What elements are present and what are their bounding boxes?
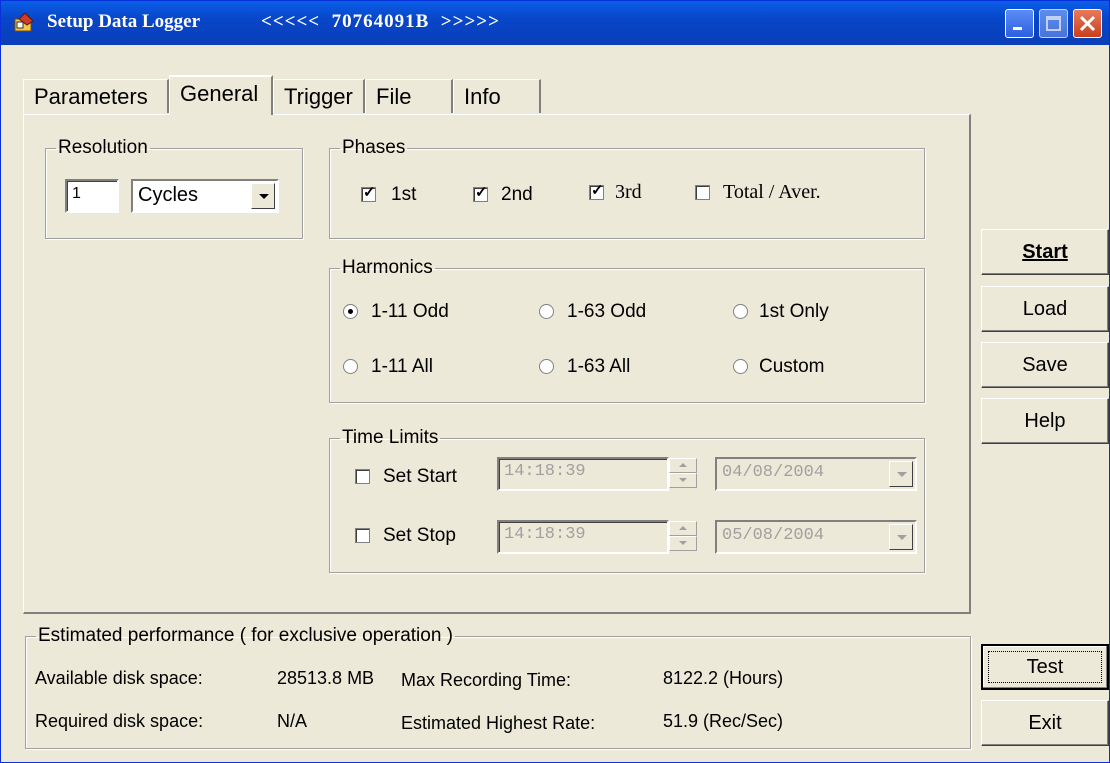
spin-up-icon[interactable] [669,458,697,473]
set-start-label: Set Start [383,466,457,487]
start-time-input[interactable]: 14:18:39 [497,457,669,491]
max-recording-time-label: Max Recording Time: [401,670,572,690]
radio-dot-icon [348,309,353,314]
harmonics-1-11-all-label: 1-11 All [371,356,433,377]
phase-3rd-label: 3rd [615,181,642,203]
phase-1st-label: 1st [391,184,417,205]
estimated-rate-label: Estimated Highest Rate: [401,713,596,733]
stop-time-spinner[interactable] [669,521,697,553]
close-button[interactable] [1073,9,1102,38]
spin-down-icon[interactable] [669,473,697,488]
harmonics-custom-label: Custom [759,356,825,377]
title-bar[interactable]: Setup Data Logger <<<<< 70764091B >>>>> [1,1,1109,45]
estimated-rate-value: 51.9 (Rec/Sec) [663,711,784,731]
stop-time-input[interactable]: 14:18:39 [497,520,669,554]
spin-down-icon[interactable] [669,536,697,551]
harmonics-1-63-odd-label: 1-63 Odd [567,301,647,322]
minimize-icon [1013,27,1022,30]
maximize-icon [1046,16,1061,31]
max-recording-time-value: 8122.2 (Hours) [663,668,784,688]
harmonics-1-11-odd-radio[interactable] [343,304,358,319]
available-disk-label: Available disk space: [35,668,203,688]
required-disk-label: Required disk space: [35,711,204,731]
harmonics-1st-only-label: 1st Only [759,301,829,322]
chevron-down-icon[interactable] [251,183,275,209]
start-button[interactable]: Start [981,229,1109,275]
load-button[interactable]: Load [981,286,1109,332]
logger-app-icon [14,12,34,32]
harmonics-1-63-all-label: 1-63 All [567,356,631,377]
harmonics-group: Harmonics [329,257,925,403]
phase-total-label: Total / Aver. [723,181,821,203]
checkmark-icon: ✓ [363,184,376,201]
time-limits-legend: Time Limits [342,427,439,448]
tab-info[interactable]: Info [453,79,541,113]
minimize-button[interactable] [1005,9,1034,38]
maximize-button[interactable] [1039,9,1068,38]
chevron-down-icon[interactable] [889,524,913,550]
chevron-down-icon[interactable] [889,461,913,487]
tab-trigger[interactable]: Trigger [273,79,365,113]
harmonics-1-63-all-radio[interactable] [539,359,554,374]
phase-total-checkbox[interactable] [695,185,710,200]
stop-date-select[interactable]: 05/08/2004 [715,520,917,554]
resolution-value-input[interactable]: 1 [65,179,119,213]
save-button[interactable]: Save [981,342,1109,388]
checkmark-icon: ✓ [475,184,488,201]
required-disk-value: N/A [277,711,308,731]
phases-legend: Phases [342,137,406,158]
set-stop-checkbox[interactable] [355,528,370,543]
spin-up-icon[interactable] [669,521,697,536]
performance-legend: Estimated performance ( for exclusive op… [38,625,454,646]
device-serial: <<<<< 70764091B >>>>> [261,11,500,32]
phase-2nd-label: 2nd [501,184,533,205]
window-title: Setup Data Logger [47,11,201,32]
harmonics-1st-only-radio[interactable] [733,304,748,319]
harmonics-1-11-odd-label: 1-11 Odd [371,301,449,322]
setup-data-logger-window: Setup Data Logger <<<<< 70764091B >>>>> … [0,0,1110,763]
harmonics-custom-radio[interactable] [733,359,748,374]
test-button[interactable]: Test [981,644,1109,690]
set-start-checkbox[interactable] [355,469,370,484]
start-time-spinner[interactable] [669,458,697,490]
help-button[interactable]: Help [981,398,1109,444]
start-date-select[interactable]: 04/08/2004 [715,457,917,491]
checkmark-icon: ✓ [591,182,604,199]
set-stop-label: Set Stop [383,525,456,546]
tab-file[interactable]: File [365,79,453,113]
tab-general[interactable]: General [169,75,273,115]
exit-button[interactable]: Exit [981,700,1109,746]
close-icon [1079,15,1096,32]
harmonics-1-11-all-radio[interactable] [343,359,358,374]
tab-parameters[interactable]: Parameters [23,79,169,113]
resolution-legend: Resolution [58,137,148,158]
harmonics-1-63-odd-radio[interactable] [539,304,554,319]
available-disk-value: 28513.8 MB [277,668,375,688]
phase-2nd-checkbox[interactable]: ✓ [473,184,488,202]
phase-1st-checkbox[interactable]: ✓ [361,184,376,202]
phase-3rd-checkbox[interactable]: ✓ [589,182,604,200]
resolution-unit-select[interactable]: Cycles [131,179,279,213]
harmonics-legend: Harmonics [342,257,433,278]
